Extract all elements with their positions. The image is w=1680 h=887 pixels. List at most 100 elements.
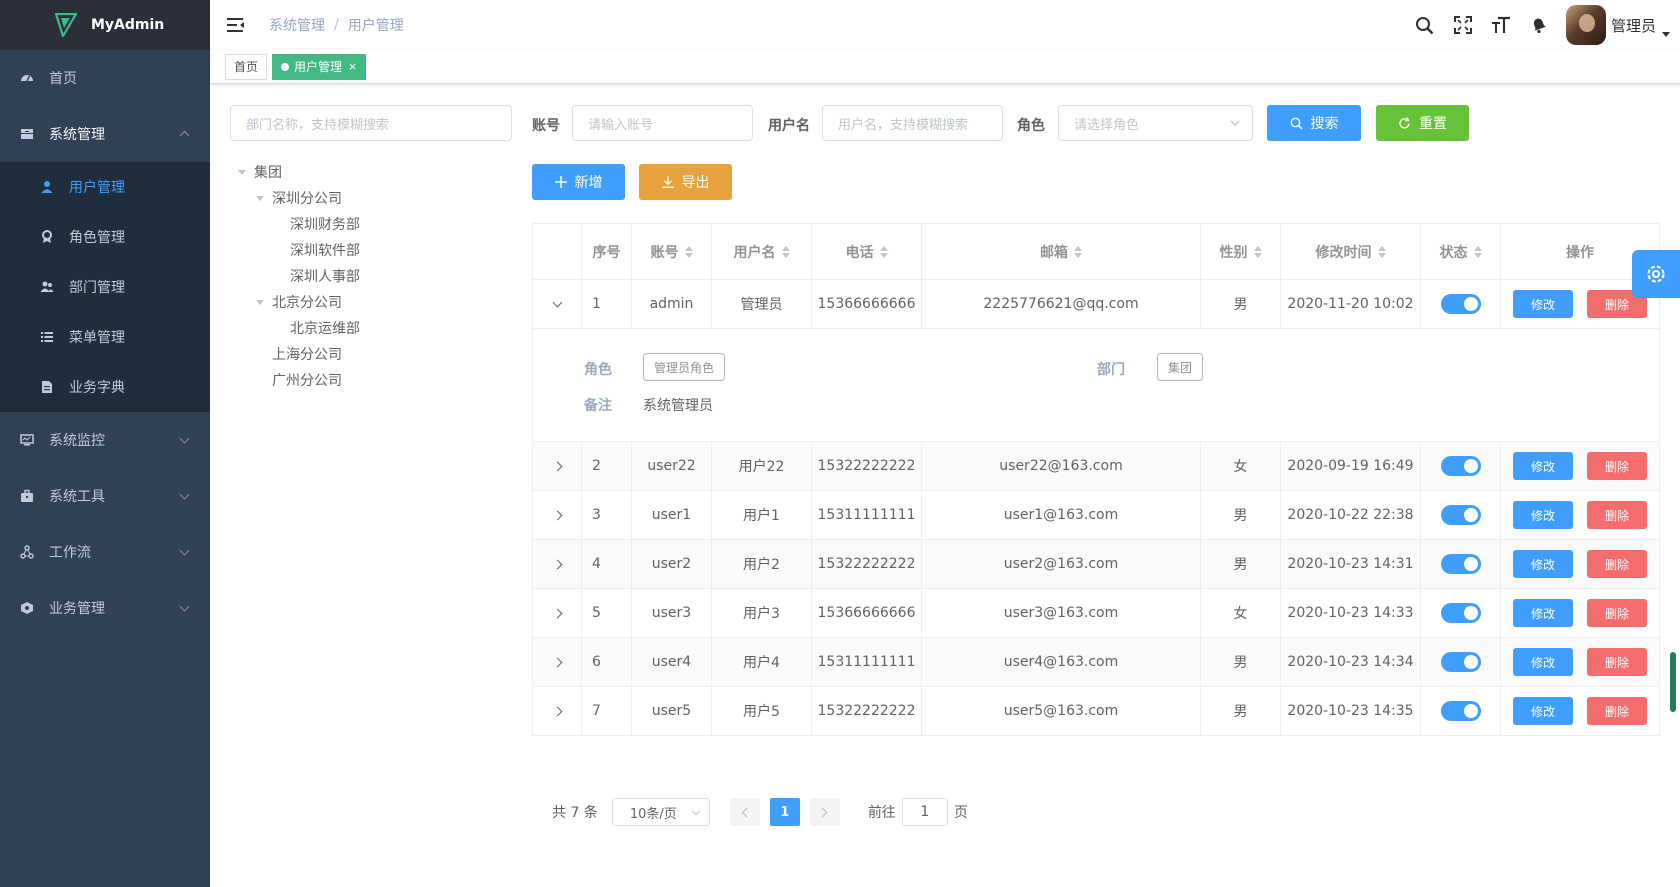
- tree-node[interactable]: 集团: [230, 159, 512, 185]
- breadcrumb-item-system[interactable]: 系统管理: [269, 15, 325, 35]
- reset-button[interactable]: 重置: [1376, 105, 1469, 141]
- edit-button[interactable]: 修改: [1513, 599, 1573, 627]
- tree-node[interactable]: 深圳人事部: [230, 263, 512, 289]
- column-header-status[interactable]: 状态: [1421, 224, 1501, 279]
- column-header-username[interactable]: 用户名: [712, 224, 812, 279]
- edit-button[interactable]: 修改: [1513, 697, 1573, 725]
- expand-cell[interactable]: [533, 638, 582, 686]
- page-size-select[interactable]: 10条/页: [611, 798, 710, 826]
- sidebar-item-roles[interactable]: 角色管理: [0, 212, 210, 262]
- chevron-right-icon[interactable]: [552, 461, 562, 471]
- edit-button[interactable]: 修改: [1513, 452, 1573, 480]
- username-input[interactable]: 用户名，支持模糊搜索: [822, 105, 1003, 141]
- sidebar-item-workflow[interactable]: 工作流: [0, 524, 210, 580]
- hamburger-icon[interactable]: [226, 15, 246, 35]
- search-button[interactable]: 搜索: [1267, 105, 1361, 141]
- tree-node[interactable]: 深圳软件部: [230, 237, 512, 263]
- goto-page-input[interactable]: 1: [901, 798, 948, 826]
- delete-button[interactable]: 删除: [1587, 550, 1647, 578]
- edit-button[interactable]: 修改: [1513, 648, 1573, 676]
- page-scrollbar[interactable]: [1670, 652, 1676, 712]
- status-toggle[interactable]: [1440, 652, 1481, 672]
- tree-node[interactable]: 深圳财务部: [230, 211, 512, 237]
- edit-button[interactable]: 修改: [1513, 501, 1573, 529]
- chevron-down-icon: [179, 433, 190, 444]
- fullscreen-icon[interactable]: [1444, 0, 1482, 50]
- expand-cell[interactable]: [533, 491, 582, 539]
- expand-cell[interactable]: [533, 589, 582, 637]
- close-icon[interactable]: ×: [348, 55, 357, 79]
- sidebar-item-system[interactable]: 系统管理: [0, 106, 210, 162]
- export-button[interactable]: 导出: [639, 164, 732, 200]
- column-header-account[interactable]: 账号: [632, 224, 712, 279]
- sort-icon[interactable]: [1377, 245, 1386, 258]
- user-dropdown[interactable]: 管理员: [1565, 5, 1670, 45]
- next-page-button[interactable]: [809, 798, 840, 826]
- chevron-right-icon[interactable]: [552, 706, 562, 716]
- tree-node[interactable]: 上海分公司: [230, 341, 512, 367]
- settings-button[interactable]: [1632, 250, 1680, 298]
- delete-button[interactable]: 删除: [1587, 599, 1647, 627]
- role-select[interactable]: 请选择角色: [1058, 105, 1253, 141]
- user-icon: [40, 180, 54, 194]
- sidebar-item-tools[interactable]: 系统工具: [0, 468, 210, 524]
- delete-button[interactable]: 删除: [1587, 501, 1647, 529]
- add-button[interactable]: 新增: [532, 164, 625, 200]
- sidebar-item-home[interactable]: 首页: [0, 50, 210, 106]
- tree-node[interactable]: 北京分公司: [230, 289, 512, 315]
- status-toggle[interactable]: [1440, 554, 1481, 574]
- font-size-icon[interactable]: [1482, 0, 1520, 50]
- sidebar-item-departments[interactable]: 部门管理: [0, 262, 210, 312]
- chevron-right-icon[interactable]: [552, 510, 562, 520]
- column-header-gender[interactable]: 性别: [1201, 224, 1281, 279]
- account-input[interactable]: 请输入账号: [572, 105, 753, 141]
- status-toggle[interactable]: [1440, 701, 1481, 721]
- expand-cell[interactable]: [533, 687, 582, 735]
- sort-icon[interactable]: [684, 245, 693, 258]
- sort-icon[interactable]: [1253, 245, 1262, 258]
- chevron-right-icon[interactable]: [552, 559, 562, 569]
- cell-account: user5: [632, 687, 712, 735]
- expand-cell[interactable]: [533, 280, 582, 328]
- cell-account: user2: [632, 540, 712, 588]
- department-search-input[interactable]: 部门名称，支持模糊搜索: [230, 105, 512, 141]
- tree-node[interactable]: 北京运维部: [230, 315, 512, 341]
- sidebar-item-users[interactable]: 用户管理: [0, 162, 210, 212]
- status-toggle[interactable]: [1440, 603, 1481, 623]
- tag-home[interactable]: 首页: [225, 53, 268, 80]
- tree-node[interactable]: 广州分公司: [230, 367, 512, 393]
- refresh-icon: [1398, 116, 1411, 130]
- sidebar-item-monitor[interactable]: 系统监控: [0, 412, 210, 468]
- sort-icon[interactable]: [879, 245, 888, 258]
- sort-icon[interactable]: [1473, 245, 1482, 258]
- page-number-current[interactable]: 1: [769, 798, 800, 826]
- sidebar-item-label: 业务字典: [69, 380, 125, 396]
- expand-cell[interactable]: [533, 442, 582, 490]
- search-icon[interactable]: [1406, 0, 1444, 50]
- prev-page-button[interactable]: [729, 798, 760, 826]
- status-toggle[interactable]: [1440, 294, 1481, 314]
- notification-bell-icon[interactable]: [1520, 0, 1558, 50]
- delete-button[interactable]: 删除: [1587, 452, 1647, 480]
- sort-icon[interactable]: [1074, 245, 1082, 258]
- status-toggle[interactable]: [1440, 505, 1481, 525]
- column-header-email[interactable]: 邮箱: [922, 224, 1201, 279]
- tag-user-management[interactable]: 用户管理 ×: [272, 53, 367, 80]
- tree-node[interactable]: 深圳分公司: [230, 185, 512, 211]
- chevron-right-icon[interactable]: [552, 657, 562, 667]
- status-toggle[interactable]: [1440, 456, 1481, 476]
- column-header-modified[interactable]: 修改时间: [1281, 224, 1421, 279]
- expand-cell[interactable]: [533, 540, 582, 588]
- sort-icon[interactable]: [781, 245, 790, 258]
- chevron-down-icon[interactable]: [552, 297, 562, 307]
- sidebar-item-dictionary[interactable]: 业务字典: [0, 362, 210, 412]
- edit-button[interactable]: 修改: [1513, 290, 1573, 318]
- edit-button[interactable]: 修改: [1513, 550, 1573, 578]
- sidebar-item-menus[interactable]: 菜单管理: [0, 312, 210, 362]
- chevron-right-icon[interactable]: [552, 608, 562, 618]
- sidebar-logo[interactable]: MyAdmin: [0, 0, 210, 50]
- delete-button[interactable]: 删除: [1587, 697, 1647, 725]
- sidebar-item-business[interactable]: 业务管理: [0, 580, 210, 636]
- delete-button[interactable]: 删除: [1587, 648, 1647, 676]
- column-header-phone[interactable]: 电话: [812, 224, 922, 279]
